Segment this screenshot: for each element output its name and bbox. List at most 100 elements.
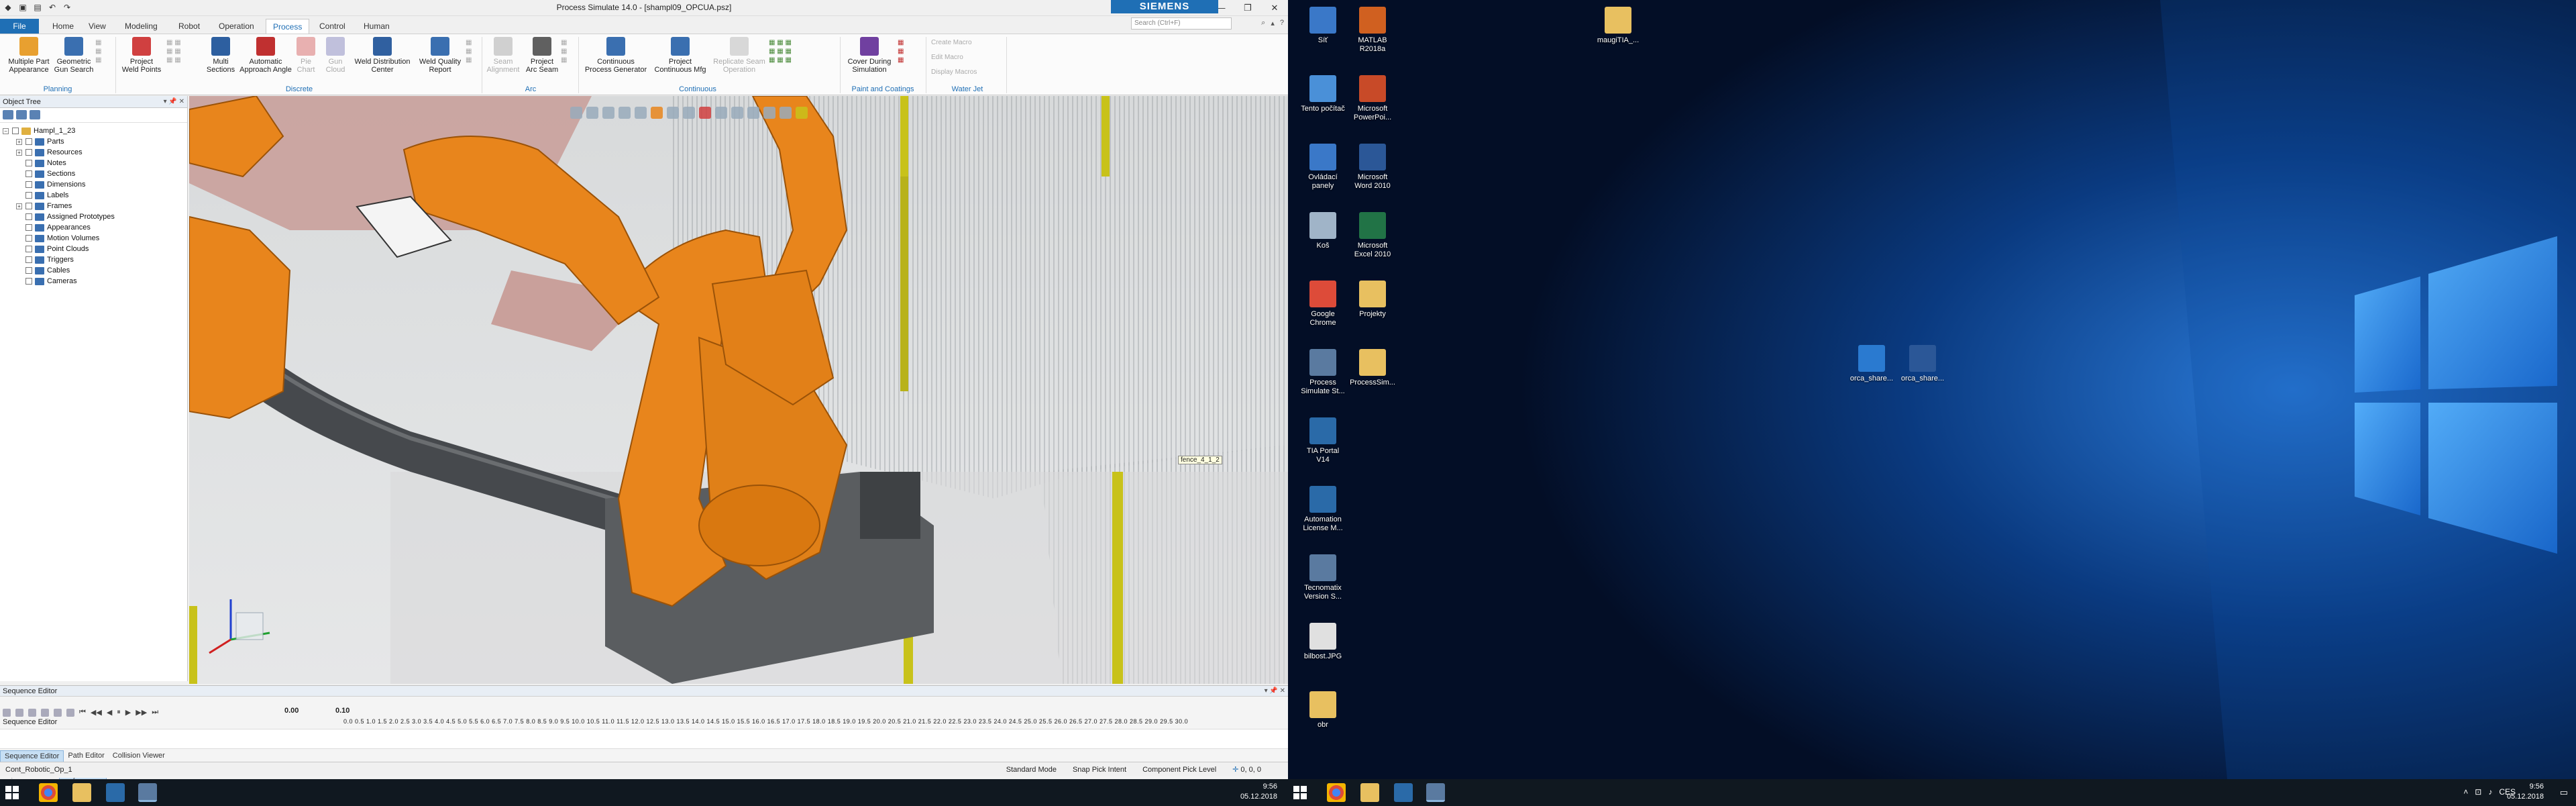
desktop-icon[interactable]: Projekty bbox=[1348, 281, 1397, 319]
display-macros-item[interactable]: Display Macros bbox=[931, 68, 977, 77]
replicate-seam-operation-button[interactable]: Replicate Seam Operation bbox=[710, 37, 769, 74]
discrete-extra-tools[interactable]: ▦ ▦ ▦ bbox=[466, 38, 479, 64]
zoom-out-icon[interactable] bbox=[41, 708, 49, 717]
pan-icon[interactable] bbox=[602, 107, 614, 119]
ribbon-collapse-icon[interactable]: ▴ bbox=[1271, 19, 1275, 28]
tree-item[interactable]: Appearances bbox=[0, 222, 187, 233]
zoom-fit-icon[interactable] bbox=[54, 708, 62, 717]
volume-icon[interactable]: ♪ bbox=[2488, 787, 2492, 797]
visibility-checkbox[interactable] bbox=[25, 235, 32, 242]
desktop-icon[interactable]: ProcessSim... bbox=[1348, 349, 1397, 387]
automatic-approach-angle-button[interactable]: Automatic Approach Angle bbox=[239, 37, 292, 74]
settings-icon[interactable] bbox=[796, 107, 808, 119]
desktop-icon[interactable]: Process Simulate St... bbox=[1299, 349, 1347, 396]
tab-file[interactable]: File bbox=[0, 19, 39, 34]
visibility-checkbox[interactable] bbox=[25, 267, 32, 274]
notification-icon[interactable]: ▭ bbox=[2560, 787, 2568, 798]
visibility-checkbox[interactable] bbox=[25, 138, 32, 145]
chrome-icon[interactable] bbox=[39, 783, 58, 802]
tab-operation[interactable]: Operation bbox=[212, 19, 261, 34]
desktop-icon[interactable]: orca_share... bbox=[1847, 345, 1896, 383]
collapse-icon[interactable] bbox=[15, 708, 23, 717]
multiple-part-appearance-button[interactable]: Multiple Part Appearance bbox=[3, 37, 55, 74]
paint-small-tools[interactable]: ▦ ▦ ▦ bbox=[898, 38, 918, 64]
graphic-viewer[interactable]: fence_4_1_2 bbox=[189, 96, 1288, 684]
visibility-checkbox[interactable] bbox=[25, 256, 32, 263]
filter-icon[interactable] bbox=[3, 110, 13, 119]
continuous-process-generator-button[interactable]: Continuous Process Generator bbox=[581, 37, 651, 74]
desktop-icon[interactable]: Microsoft PowerPoi... bbox=[1348, 75, 1397, 122]
discrete-small-tools[interactable]: ▦ ▦ ▦ ▦ ▦ ▦ bbox=[166, 38, 200, 64]
planning-small-tools[interactable]: ▦ ▦ ▦ bbox=[95, 38, 113, 79]
desktop-icon[interactable]: maugiTIA_... bbox=[1594, 7, 1642, 45]
filter-icon[interactable] bbox=[66, 708, 74, 717]
options-icon[interactable] bbox=[763, 107, 775, 119]
zoom-fit-icon[interactable] bbox=[586, 107, 598, 119]
tab-modeling[interactable]: Modeling bbox=[118, 19, 164, 34]
play-icon[interactable]: ▶ bbox=[125, 708, 131, 717]
tab-sequence-editor[interactable]: Sequence Editor bbox=[0, 750, 64, 762]
visibility-checkbox[interactable] bbox=[25, 181, 32, 188]
continuous-small-tools[interactable]: ▦ ▦ ▦ ▦ ▦ ▦ ▦ ▦ ▦ bbox=[769, 38, 812, 64]
measure-icon[interactable] bbox=[731, 107, 743, 119]
desktop-icon[interactable]: obr bbox=[1299, 691, 1347, 729]
network-icon[interactable]: ⊡ bbox=[2475, 787, 2481, 797]
tree-item[interactable]: Cameras bbox=[0, 276, 187, 287]
jump-end-icon[interactable]: ⏭ bbox=[152, 708, 158, 717]
desktop-icon[interactable]: Tecnomatix Version S... bbox=[1299, 554, 1347, 601]
desktop-icon[interactable]: Google Chrome bbox=[1299, 281, 1347, 328]
step-back-icon[interactable]: ◀◀ bbox=[91, 708, 102, 717]
tia-portal-icon[interactable] bbox=[1394, 783, 1413, 802]
explorer-icon[interactable] bbox=[1360, 783, 1379, 802]
visibility-checkbox[interactable] bbox=[25, 278, 32, 285]
desktop-icon[interactable]: Síť bbox=[1299, 7, 1347, 45]
play-back-icon[interactable]: ◀ bbox=[107, 708, 112, 717]
chevron-up-icon[interactable]: ˄ bbox=[2463, 787, 2468, 797]
desktop-icon[interactable]: Automation License M... bbox=[1299, 486, 1347, 533]
taskbar-clock[interactable]: 9:56 05.12.2018 bbox=[1240, 782, 1277, 802]
tab-view[interactable]: View bbox=[82, 19, 113, 34]
filter-icon[interactable] bbox=[715, 107, 727, 119]
section-icon[interactable] bbox=[667, 107, 679, 119]
search-icon[interactable]: ⌕ bbox=[1261, 19, 1265, 28]
desktop-icon[interactable]: Microsoft Word 2010 bbox=[1348, 144, 1397, 191]
taskbar-clock[interactable]: 9:56 05.12.2018 bbox=[2507, 782, 2544, 802]
tree-item[interactable]: Labels bbox=[0, 190, 187, 201]
tree-item[interactable]: Triggers bbox=[0, 254, 187, 265]
tab-home[interactable]: Home bbox=[46, 19, 80, 34]
weld-quality-report-button[interactable]: Weld Quality Report bbox=[415, 37, 466, 74]
visibility-checkbox[interactable] bbox=[25, 192, 32, 199]
expand-icon[interactable] bbox=[3, 708, 11, 717]
geometric-gun-search-button[interactable]: Geometric Gun Search bbox=[54, 37, 94, 74]
start-button[interactable] bbox=[1293, 786, 1307, 799]
tree-item[interactable]: Motion Volumes bbox=[0, 233, 187, 244]
pie-chart-button[interactable]: Pie Chart bbox=[292, 37, 319, 74]
desktop-icon[interactable]: Ovládací panely bbox=[1299, 144, 1347, 191]
pick-intent[interactable]: Snap Pick Intent bbox=[1073, 762, 1126, 777]
visibility-checkbox[interactable] bbox=[25, 246, 32, 252]
tree-item[interactable]: Assigned Prototypes bbox=[0, 211, 187, 222]
tree-item[interactable]: + Parts bbox=[0, 136, 187, 147]
multi-sections-button[interactable]: Multi Sections bbox=[200, 37, 241, 74]
expand-toggle[interactable]: + bbox=[16, 203, 22, 209]
timeline-ruler[interactable]: 0.0 0.5 1.0 1.5 2.0 2.5 3.0 3.5 4.0 4.5 … bbox=[343, 718, 1285, 727]
expand-toggle[interactable]: + bbox=[16, 139, 22, 145]
capture-icon[interactable] bbox=[780, 107, 792, 119]
desktop-icon[interactable]: Koš bbox=[1299, 212, 1347, 250]
visibility-checkbox[interactable] bbox=[12, 128, 19, 134]
visibility-checkbox[interactable] bbox=[25, 213, 32, 220]
pick-level[interactable]: Component Pick Level bbox=[1142, 762, 1216, 777]
tab-path-editor[interactable]: Path Editor bbox=[64, 750, 108, 762]
edit-macro-item[interactable]: Edit Macro bbox=[931, 53, 963, 62]
visibility-checkbox[interactable] bbox=[25, 203, 32, 209]
snap-icon[interactable] bbox=[683, 107, 695, 119]
tab-human[interactable]: Human bbox=[357, 19, 396, 34]
project-arc-seam-button[interactable]: Project Arc Seam bbox=[523, 37, 561, 74]
tree-item[interactable]: Dimensions bbox=[0, 179, 187, 190]
tree-item[interactable]: Sections bbox=[0, 168, 187, 179]
tab-collision-viewer[interactable]: Collision Viewer bbox=[109, 750, 169, 762]
tree-item[interactable]: Point Clouds bbox=[0, 244, 187, 254]
simulation-time[interactable]: 0.00 bbox=[284, 707, 299, 715]
help-small-icon[interactable]: ? bbox=[1280, 19, 1284, 28]
project-continuous-mfg-button[interactable]: Project Continuous Mfg bbox=[651, 37, 710, 74]
